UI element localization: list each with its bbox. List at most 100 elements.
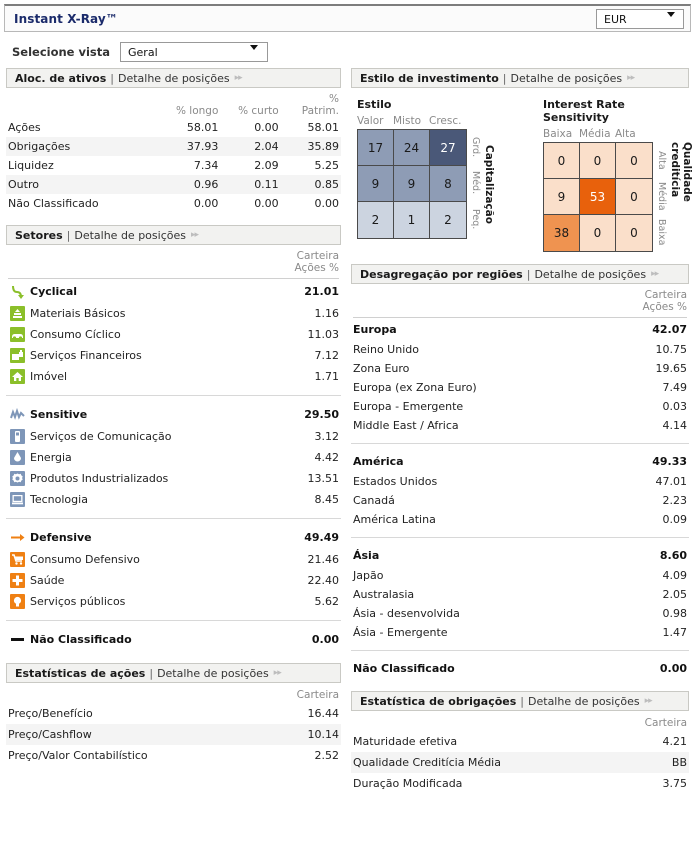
- industrials-gear-icon: [6, 468, 28, 489]
- panel-detail-link[interactable]: Detalhe de posições: [534, 268, 646, 281]
- consumer-cyclical-car-icon: [6, 324, 28, 345]
- style-cell[interactable]: 53: [580, 179, 616, 215]
- region-row[interactable]: Middle East / Africa 4.14: [351, 416, 689, 435]
- region-row[interactable]: Europa (ex Zona Euro) 7.49: [351, 378, 689, 397]
- region-group-value: 49.33: [652, 455, 687, 468]
- style-cell[interactable]: 2: [358, 202, 394, 238]
- region-group-row[interactable]: Europa 42.07: [351, 318, 689, 340]
- spacer-header: [351, 715, 610, 731]
- region-row[interactable]: Ásia - Emergente 1.47: [351, 623, 689, 642]
- region-row[interactable]: Europa - Emergente 0.03: [351, 397, 689, 416]
- style-cell[interactable]: 0: [616, 215, 652, 251]
- sector-row[interactable]: Imóvel 1.71: [6, 366, 341, 387]
- row-net: 0.00: [314, 197, 340, 210]
- region-row[interactable]: Japão 4.09: [351, 566, 689, 585]
- sector-label: Tecnologia: [30, 493, 88, 506]
- region-row[interactable]: Reino Unido 10.75: [351, 340, 689, 359]
- style-box-axis-label: Qualidade creditícia: [669, 142, 693, 202]
- style-cell[interactable]: 24: [394, 130, 430, 166]
- style-box-grid[interactable]: 0 0 0 9 53 0 38 0 0: [543, 142, 653, 252]
- style-cell[interactable]: 2: [430, 202, 466, 238]
- style-cell[interactable]: 0: [616, 179, 652, 215]
- double-chevron-icon[interactable]: ▸▸: [645, 696, 653, 706]
- region-group-row[interactable]: Ásia 8.60: [351, 544, 689, 566]
- sector-row[interactable]: Materiais Básicos 1.16: [6, 303, 341, 324]
- style-cell[interactable]: 9: [544, 179, 580, 215]
- panel-separator: |: [502, 71, 507, 85]
- region-row[interactable]: América Latina 0.09: [351, 510, 689, 529]
- region-row[interactable]: Ásia - desenvolvida 0.98: [351, 604, 689, 623]
- sector-value: 7.12: [314, 349, 340, 362]
- sector-row[interactable]: Consumo Cíclico 11.03: [6, 324, 341, 345]
- sector-group-row[interactable]: Defensive 49.49: [6, 525, 341, 549]
- panel-separator: |: [66, 228, 71, 242]
- panel-detail-link[interactable]: Detalhe de posições: [511, 72, 623, 85]
- region-group-row[interactable]: Não Classificado 0.00: [351, 657, 689, 679]
- sector-group-value: 0.00: [311, 633, 339, 646]
- region-value: 47.01: [655, 475, 688, 488]
- sector-row[interactable]: Tecnologia 8.45: [6, 489, 341, 510]
- style-cell[interactable]: 9: [358, 166, 394, 202]
- sector-value: 21.46: [307, 553, 340, 566]
- row-value: 2.52: [314, 749, 340, 762]
- region-row[interactable]: Australasia 2.05: [351, 585, 689, 604]
- sector-row[interactable]: Saúde 22.40: [6, 570, 341, 591]
- sector-row[interactable]: Serviços públicos 5.62: [6, 591, 341, 612]
- double-chevron-icon[interactable]: ▸▸: [651, 269, 659, 279]
- panel-separator: |: [149, 666, 154, 680]
- style-cell[interactable]: 38: [544, 215, 580, 251]
- row-net: 5.25: [314, 159, 340, 172]
- panel-detail-link[interactable]: Detalhe de posições: [74, 229, 186, 242]
- style-cell[interactable]: 27: [430, 130, 466, 166]
- row-long: 58.01: [186, 121, 219, 134]
- sector-label: Produtos Industrializados: [30, 472, 169, 485]
- currency-value: EUR: [604, 12, 627, 26]
- sector-row[interactable]: Serviços Financeiros 7.12: [6, 345, 341, 366]
- healthcare-cross-icon: [6, 570, 28, 591]
- sector-row[interactable]: Consumo Defensivo 21.46: [6, 549, 341, 570]
- region-group-row[interactable]: América 49.33: [351, 450, 689, 472]
- view-select[interactable]: Geral: [120, 42, 269, 63]
- panel-detail-link[interactable]: Detalhe de posições: [528, 695, 640, 708]
- double-chevron-icon[interactable]: ▸▸: [627, 73, 635, 83]
- sector-row[interactable]: Energia 4.42: [6, 447, 341, 468]
- col-header-carteira: Carteira Ações %: [32, 249, 341, 275]
- double-chevron-icon[interactable]: ▸▸: [191, 230, 199, 240]
- sector-row[interactable]: Produtos Industrializados 13.51: [6, 468, 341, 489]
- region-row[interactable]: Canadá 2.23: [351, 491, 689, 510]
- style-cell[interactable]: 0: [580, 143, 616, 179]
- region-row[interactable]: Zona Euro 19.65: [351, 359, 689, 378]
- style-cell[interactable]: 0: [580, 215, 616, 251]
- style-cell[interactable]: 0: [616, 143, 652, 179]
- sector-group-row[interactable]: Cyclical 21.01: [6, 279, 341, 303]
- style-box-grid[interactable]: 17 24 27 9 9 8 2 1 2: [357, 129, 467, 239]
- region-label: Middle East / Africa: [353, 419, 459, 432]
- region-row[interactable]: Estados Unidos 47.01: [351, 472, 689, 491]
- style-cell[interactable]: 8: [430, 166, 466, 202]
- sectors-table: Cyclical 21.01 Materiais Básicos 1.16 Co…: [6, 279, 341, 651]
- sector-group-value: 49.49: [304, 531, 339, 544]
- style-cell[interactable]: 9: [394, 166, 430, 202]
- col-header-line1: Carteira: [296, 250, 339, 262]
- sector-value: 22.40: [307, 574, 340, 587]
- style-cell[interactable]: 0: [544, 143, 580, 179]
- region-label: Ásia - Emergente: [353, 626, 448, 639]
- sector-group-row[interactable]: Não Classificado 0.00: [6, 627, 341, 651]
- style-cell[interactable]: 17: [358, 130, 394, 166]
- divider: [6, 510, 341, 519]
- currency-select[interactable]: EUR: [596, 9, 684, 30]
- sector-row[interactable]: Serviços de Comunicação 3.12: [6, 426, 341, 447]
- style-box-title: Estilo: [357, 98, 392, 111]
- sector-value: 13.51: [307, 472, 340, 485]
- spacer: [351, 537, 689, 544]
- double-chevron-icon[interactable]: ▸▸: [235, 73, 243, 83]
- col-header-line2: Ações %: [642, 301, 687, 313]
- panel-header: Estatística de obrigações | Detalhe de p…: [351, 691, 689, 711]
- sector-group-label: Sensitive: [30, 408, 88, 421]
- double-chevron-icon[interactable]: ▸▸: [274, 668, 282, 678]
- sector-group-row[interactable]: Sensitive 29.50: [6, 402, 341, 426]
- row-short: 2.04: [254, 140, 279, 153]
- panel-detail-link[interactable]: Detalhe de posições: [157, 667, 269, 680]
- panel-detail-link[interactable]: Detalhe de posições: [118, 72, 230, 85]
- style-cell[interactable]: 1: [394, 202, 430, 238]
